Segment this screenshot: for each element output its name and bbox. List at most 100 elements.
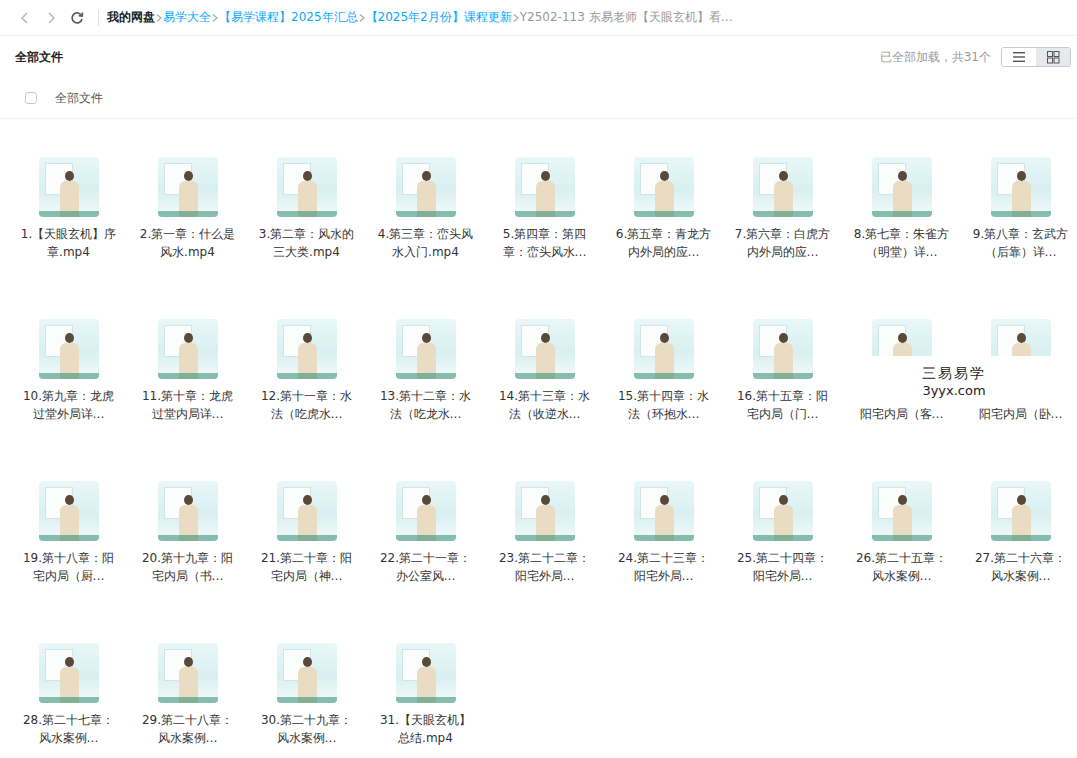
file-name[interactable]: 12.第十一章：水法（吃虎水… <box>258 387 356 423</box>
select-all-checkbox[interactable] <box>25 92 37 104</box>
file-name[interactable]: 1.【天眼玄机】序章.mp4 <box>20 225 118 261</box>
file-name[interactable]: 7.第六章：白虎方内外局的应… <box>734 225 832 261</box>
video-thumbnail[interactable] <box>158 481 218 541</box>
video-thumbnail[interactable] <box>753 319 813 379</box>
video-thumbnail[interactable] <box>277 643 337 703</box>
video-thumbnail[interactable] <box>515 157 575 217</box>
view-toggle[interactable] <box>1001 47 1071 67</box>
file-item[interactable]: 21.第二十章：阳宅内局（神… <box>247 481 366 643</box>
breadcrumb-item[interactable]: 我的网盘 <box>107 9 155 26</box>
file-item[interactable]: 20.第十九章：阳宅内局（书… <box>128 481 247 643</box>
file-item[interactable]: 8.第七章：朱雀方（明堂）详… <box>842 157 961 319</box>
file-item[interactable]: 2.第一章：什么是风水.mp4 <box>128 157 247 319</box>
video-thumbnail[interactable] <box>991 481 1051 541</box>
file-name[interactable]: 16.第十五章：阳宅内局（门… <box>734 387 832 423</box>
file-name[interactable]: 14.第十三章：水法（收逆水… <box>496 387 594 423</box>
video-thumbnail[interactable] <box>39 157 99 217</box>
file-name[interactable]: 8.第七章：朱雀方（明堂）详… <box>853 225 951 261</box>
video-thumbnail[interactable] <box>277 481 337 541</box>
file-item[interactable]: 9.第八章：玄武方（后靠）详… <box>961 157 1077 319</box>
refresh-icon[interactable] <box>70 11 84 25</box>
file-item[interactable]: 24.第二十三章：阳宅外局… <box>604 481 723 643</box>
video-thumbnail[interactable] <box>158 157 218 217</box>
file-name[interactable]: 11.第十章：龙虎过堂内局详… <box>139 387 237 423</box>
video-thumbnail[interactable] <box>991 157 1051 217</box>
video-thumbnail[interactable] <box>396 481 456 541</box>
file-item[interactable]: 7.第六章：白虎方内外局的应… <box>723 157 842 319</box>
file-item[interactable]: 29.第二十八章：风水案例… <box>128 643 247 758</box>
file-name[interactable]: 3.第二章：风水的三大类.mp4 <box>258 225 356 261</box>
grid-view-button[interactable] <box>1036 48 1070 66</box>
video-thumbnail[interactable] <box>753 481 813 541</box>
file-item[interactable]: 22.第二十一章：办公室风… <box>366 481 485 643</box>
video-thumbnail[interactable] <box>39 319 99 379</box>
file-item[interactable]: 16.第十五章：阳宅内局（门… <box>723 319 842 481</box>
back-button[interactable] <box>14 7 36 29</box>
list-view-icon[interactable] <box>1013 51 1026 64</box>
file-name[interactable]: 29.第二十八章：风水案例… <box>139 711 237 747</box>
file-item[interactable]: 26.第二十五章：风水案例… <box>842 481 961 643</box>
video-thumbnail[interactable] <box>515 481 575 541</box>
file-item[interactable]: 15.第十四章：水法（环抱水… <box>604 319 723 481</box>
video-thumbnail[interactable] <box>634 319 694 379</box>
file-name[interactable]: 31.【天眼玄机】总结.mp4 <box>377 711 475 747</box>
file-name[interactable]: 20.第十九章：阳宅内局（书… <box>139 549 237 585</box>
file-item[interactable]: 14.第十三章：水法（收逆水… <box>485 319 604 481</box>
file-item[interactable]: 27.第二十六章：风水案例… <box>961 481 1077 643</box>
file-item[interactable]: 1.【天眼玄机】序章.mp4 <box>9 157 128 319</box>
video-thumbnail[interactable] <box>396 319 456 379</box>
video-thumbnail[interactable] <box>277 319 337 379</box>
file-name[interactable]: 4.第三章：峦头风水入门.mp4 <box>377 225 475 261</box>
back-arrow-icon[interactable] <box>19 12 31 24</box>
file-item[interactable]: 19.第十八章：阳宅内局（厨… <box>9 481 128 643</box>
video-thumbnail[interactable] <box>396 643 456 703</box>
file-name[interactable]: 30.第二十九章：风水案例… <box>258 711 356 747</box>
file-name[interactable]: 9.第八章：玄武方（后靠）详… <box>972 225 1070 261</box>
grid-view-icon[interactable] <box>1047 51 1060 64</box>
file-item[interactable]: 10.第九章：龙虎过堂外局详… <box>9 319 128 481</box>
video-thumbnail[interactable] <box>396 157 456 217</box>
video-thumbnail[interactable] <box>515 319 575 379</box>
file-item[interactable]: 12.第十一章：水法（吃虎水… <box>247 319 366 481</box>
file-name[interactable]: 26.第二十五章：风水案例… <box>853 549 951 585</box>
file-name[interactable]: 23.第二十二章：阳宅外局… <box>496 549 594 585</box>
list-view-button[interactable] <box>1002 48 1036 66</box>
file-name[interactable]: 10.第九章：龙虎过堂外局详… <box>20 387 118 423</box>
file-item[interactable]: 4.第三章：峦头风水入门.mp4 <box>366 157 485 319</box>
file-name[interactable]: 27.第二十六章：风水案例… <box>972 549 1070 585</box>
refresh-button[interactable] <box>66 7 88 29</box>
file-name[interactable]: 21.第二十章：阳宅内局（神… <box>258 549 356 585</box>
file-name[interactable]: 22.第二十一章：办公室风… <box>377 549 475 585</box>
file-name[interactable]: 19.第十八章：阳宅内局（厨… <box>20 549 118 585</box>
video-thumbnail[interactable] <box>39 643 99 703</box>
file-name[interactable]: 15.第十四章：水法（环抱水… <box>615 387 713 423</box>
video-thumbnail[interactable] <box>872 157 932 217</box>
file-item[interactable]: 25.第二十四章：阳宅外局… <box>723 481 842 643</box>
video-thumbnail[interactable] <box>634 157 694 217</box>
video-thumbnail[interactable] <box>753 157 813 217</box>
breadcrumb-item[interactable]: 易学大全 <box>163 9 211 26</box>
breadcrumb-item[interactable]: 【易学课程】2025年汇总 <box>219 9 358 26</box>
file-item[interactable]: 23.第二十二章：阳宅外局… <box>485 481 604 643</box>
video-thumbnail[interactable] <box>158 643 218 703</box>
video-thumbnail[interactable] <box>872 481 932 541</box>
file-name[interactable]: 25.第二十四章：阳宅外局… <box>734 549 832 585</box>
file-item[interactable]: 5.第四章：第四章：峦头风水… <box>485 157 604 319</box>
file-item[interactable]: 30.第二十九章：风水案例… <box>247 643 366 758</box>
file-name[interactable]: 28.第二十七章：风水案例… <box>20 711 118 747</box>
file-name[interactable]: 6.第五章：青龙方内外局的应… <box>615 225 713 261</box>
file-item[interactable]: 31.【天眼玄机】总结.mp4 <box>366 643 485 758</box>
file-item[interactable]: 3.第二章：风水的三大类.mp4 <box>247 157 366 319</box>
file-name[interactable]: 2.第一章：什么是风水.mp4 <box>139 225 237 261</box>
video-thumbnail[interactable] <box>277 157 337 217</box>
file-item[interactable]: 11.第十章：龙虎过堂内局详… <box>128 319 247 481</box>
file-item[interactable]: 6.第五章：青龙方内外局的应… <box>604 157 723 319</box>
forward-arrow-icon[interactable] <box>45 12 57 24</box>
video-thumbnail[interactable] <box>634 481 694 541</box>
file-item[interactable]: 28.第二十七章：风水案例… <box>9 643 128 758</box>
file-name[interactable]: 5.第四章：第四章：峦头风水… <box>496 225 594 261</box>
file-item[interactable]: 13.第十二章：水法（吃龙水… <box>366 319 485 481</box>
video-thumbnail[interactable] <box>39 481 99 541</box>
file-name[interactable]: 24.第二十三章：阳宅外局… <box>615 549 713 585</box>
file-name[interactable]: 13.第十二章：水法（吃龙水… <box>377 387 475 423</box>
